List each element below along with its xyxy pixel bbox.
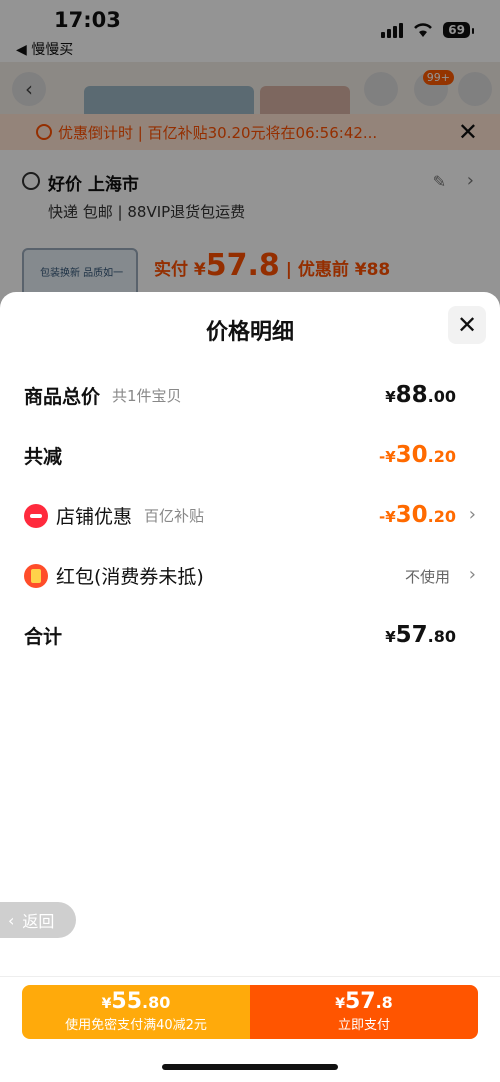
- row-label: 合计: [24, 626, 63, 648]
- chevron-right-icon: ›: [468, 564, 476, 585]
- sheet-title: 价格明细: [205, 320, 294, 345]
- home-indicator: [162, 1064, 338, 1070]
- row-value: -¥30.20: [378, 502, 456, 528]
- chevron-right-icon: ›: [468, 504, 476, 525]
- row-value: ¥88.00: [385, 382, 456, 408]
- close-icon: ✕: [456, 311, 478, 339]
- row-note: 百亿补贴: [144, 507, 205, 525]
- chevron-left-icon: ‹: [8, 910, 15, 930]
- row-grand-total: 合计 ¥57.80: [24, 622, 476, 652]
- pay-subtitle: 使用免密支付满40减2元: [65, 1018, 207, 1033]
- pay-subtitle: 立即支付: [337, 1018, 390, 1033]
- pay-bar: ¥55.80 使用免密支付满40减2元 ¥57.8 立即支付: [22, 985, 478, 1039]
- row-label: 店铺优惠: [56, 506, 133, 528]
- password-free-pay-button[interactable]: ¥55.80 使用免密支付满40减2元: [22, 985, 250, 1039]
- pay-amount: ¥55.80: [101, 989, 171, 1014]
- row-value: 不使用: [404, 568, 450, 586]
- dim-overlay[interactable]: [0, 0, 500, 320]
- row-red-packet[interactable]: 红包(消费券未抵) 不使用 ›: [24, 562, 476, 592]
- row-goods-total: 商品总价 共1件宝贝 ¥88.00: [24, 382, 476, 412]
- back-label: 返回: [22, 912, 55, 931]
- row-total-discount: 共减 -¥30.20: [24, 442, 476, 472]
- back-button[interactable]: ‹ 返回: [0, 902, 76, 938]
- shop-discount-icon: [24, 504, 48, 528]
- row-note: 共1件宝贝: [112, 387, 182, 405]
- row-value: -¥30.20: [378, 442, 456, 468]
- pay-now-button[interactable]: ¥57.8 立即支付: [250, 985, 478, 1039]
- close-button[interactable]: ✕: [448, 306, 486, 344]
- pay-amount: ¥57.8: [335, 989, 393, 1014]
- row-label: 共减: [24, 446, 63, 468]
- row-value: ¥57.80: [385, 622, 456, 648]
- footer-divider: [0, 976, 500, 977]
- price-detail-sheet: 价格明细 ✕ 商品总价 共1件宝贝 ¥88.00 共减 -¥30.20 店铺优惠…: [0, 292, 500, 1082]
- red-packet-icon: [24, 564, 48, 588]
- row-label: 商品总价: [24, 386, 101, 408]
- row-label: 红包(消费券未抵): [56, 566, 204, 588]
- row-shop-discount[interactable]: 店铺优惠 百亿补贴 -¥30.20 ›: [24, 502, 476, 532]
